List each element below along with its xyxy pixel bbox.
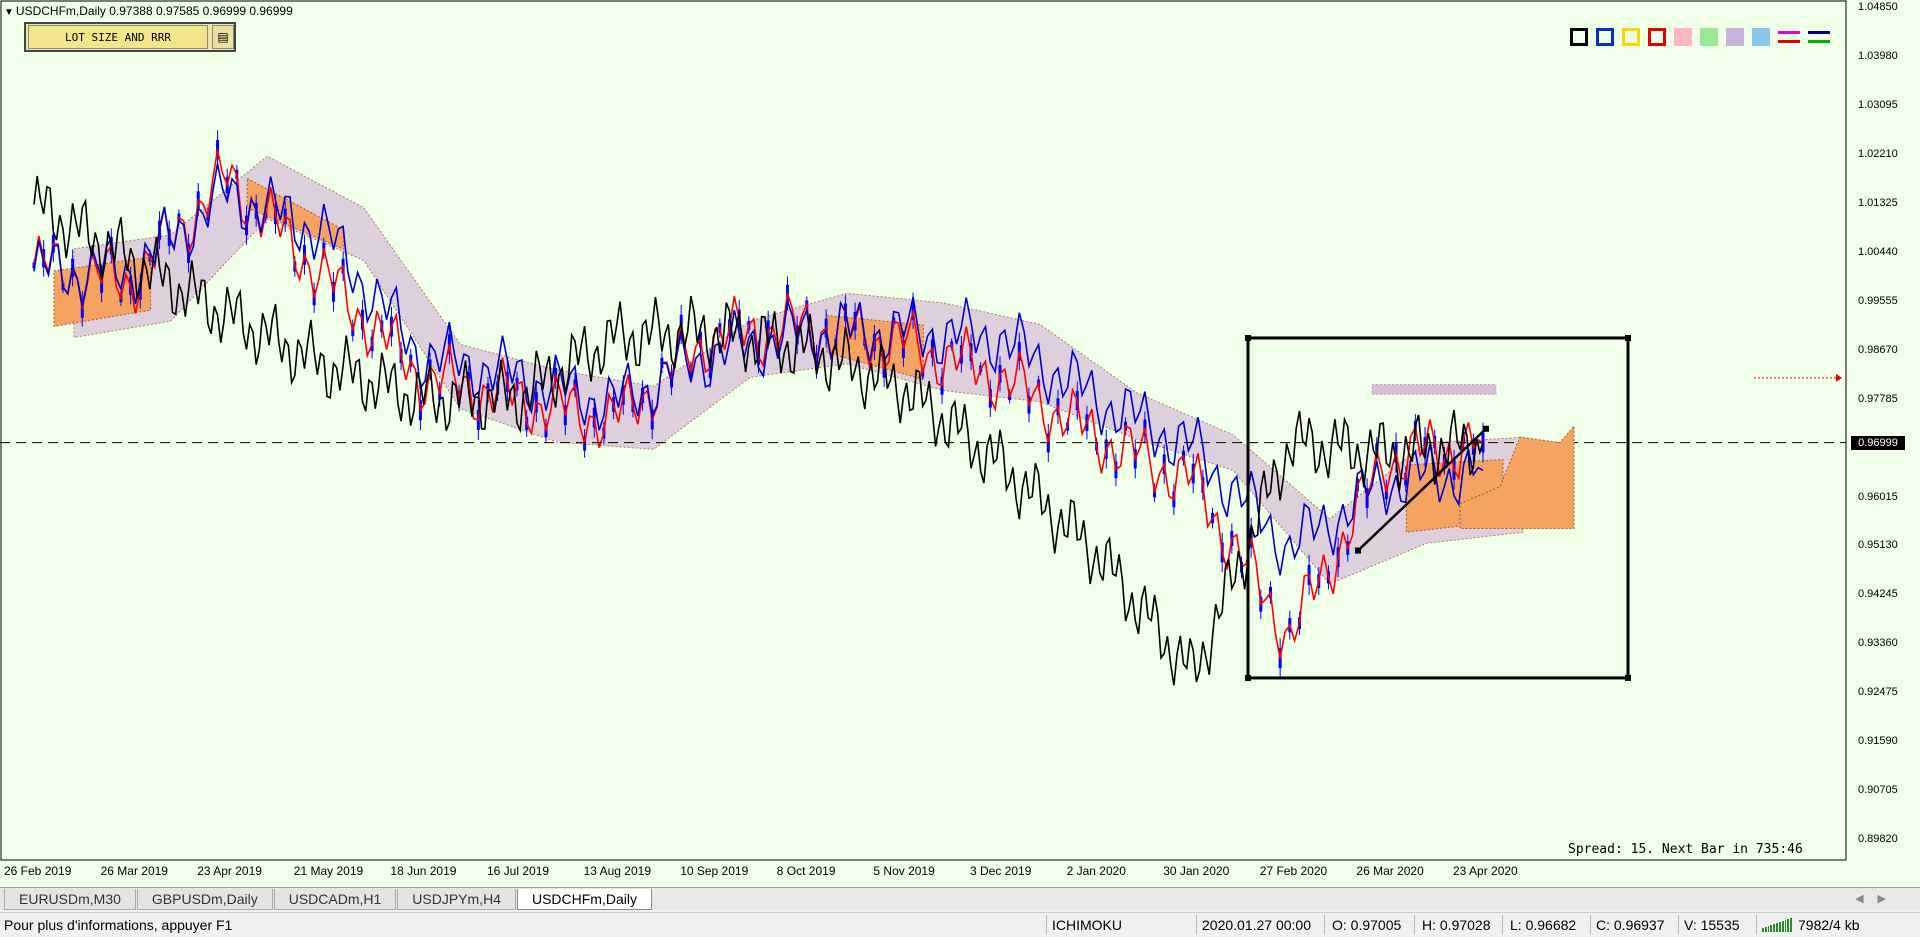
date-tick-label: 26 Mar 2020 xyxy=(1356,864,1424,878)
price-tick-label: 1.04850 xyxy=(1858,1,1898,13)
date-tick-label: 23 Apr 2020 xyxy=(1453,864,1518,878)
date-tick-label: 21 May 2019 xyxy=(293,864,364,878)
date-tick-label: 23 Apr 2019 xyxy=(197,864,262,878)
price-tick-label: 0.99555 xyxy=(1858,294,1898,307)
resistance-zone xyxy=(1371,383,1497,395)
status-profile[interactable]: ICHIMOKU xyxy=(1052,917,1122,933)
rectangle-handle xyxy=(1625,334,1631,341)
price-chart[interactable] xyxy=(0,0,1920,887)
alert-arrow-icon xyxy=(1836,373,1842,382)
price-tick-label: 1.03980 xyxy=(1858,49,1898,62)
triangle-down-icon[interactable]: ▼ xyxy=(4,7,14,18)
price-tick-label: 1.01325 xyxy=(1858,196,1898,209)
price-tick-label: 0.92475 xyxy=(1858,686,1898,699)
date-tick-label: 3 Dec 2019 xyxy=(970,864,1032,878)
color-swatch-4[interactable] xyxy=(1674,28,1692,46)
price-tick-label: 0.95130 xyxy=(1858,539,1898,552)
trendline-handle xyxy=(1355,547,1361,554)
status-high: H: 0.97028 xyxy=(1422,917,1491,933)
date-tick-label: 2 Jan 2020 xyxy=(1066,864,1126,878)
rectangle-handle xyxy=(1245,334,1251,341)
color-swatch-7[interactable] xyxy=(1752,28,1770,46)
status-datetime: 2020.01.27 00:00 xyxy=(1202,917,1311,933)
chart-title-text: USDCHFm,Daily 0.97388 0.97585 0.96999 0.… xyxy=(15,4,293,18)
chart-area[interactable]: ▼ USDCHFm,Daily 0.97388 0.97585 0.96999 0… xyxy=(0,0,1920,887)
color-swatch-6[interactable] xyxy=(1726,28,1744,46)
status-volume: V: 15535 xyxy=(1684,917,1740,933)
color-swatch-1[interactable] xyxy=(1596,28,1614,46)
chart-frame xyxy=(0,0,1847,861)
trendline-handle xyxy=(1483,425,1489,432)
status-close: C: 0.96937 xyxy=(1596,917,1665,933)
rectangle-handle xyxy=(1625,674,1631,681)
price-tick-label: 0.98670 xyxy=(1858,343,1898,356)
price-tick-label: 0.90705 xyxy=(1858,784,1898,797)
tab-usdcad[interactable]: USDCADm,H1 xyxy=(273,889,397,910)
calculator-icon[interactable]: ▤ xyxy=(212,25,234,49)
color-swatches xyxy=(1570,28,1830,46)
current-price-label: 0.96999 xyxy=(1850,435,1906,451)
status-low: L: 0.96682 xyxy=(1510,917,1577,933)
connection-bars-icon xyxy=(1762,918,1792,932)
status-open: O: 0.97005 xyxy=(1332,917,1402,933)
status-traffic: 7982/4 kb xyxy=(1798,917,1860,933)
price-tick-label: 1.02210 xyxy=(1858,147,1898,160)
price-tick-label: 1.03095 xyxy=(1858,98,1898,111)
price-tick-label: 0.96015 xyxy=(1858,490,1898,503)
chart-title: ▼ USDCHFm,Daily 0.97388 0.97585 0.96999 0… xyxy=(4,4,293,18)
date-tick-label: 8 Oct 2019 xyxy=(776,864,836,878)
date-tick-label: 27 Feb 2020 xyxy=(1259,864,1328,878)
tab-gbpusd[interactable]: GBPUSDm,Daily xyxy=(136,889,273,910)
tab-usdjpy[interactable]: USDJPYm,H4 xyxy=(397,889,516,910)
color-swatch-2[interactable] xyxy=(1622,28,1640,46)
color-swatch-8[interactable] xyxy=(1778,28,1800,46)
date-tick-label: 18 Jun 2019 xyxy=(390,864,457,878)
lot-size-panel: LOT SIZE AND RRR ▤ xyxy=(24,22,236,52)
date-tick-label: 5 Nov 2019 xyxy=(873,864,935,878)
price-tick-label: 0.97785 xyxy=(1858,392,1898,405)
tab-scroll-arrows[interactable]: ◀▶ xyxy=(1855,892,1900,905)
date-tick-label: 26 Feb 2019 xyxy=(4,864,72,878)
price-tick-label: 1.00440 xyxy=(1858,245,1898,258)
price-tick-label: 0.94245 xyxy=(1858,588,1898,601)
price-tick-label: 0.89820 xyxy=(1858,833,1898,846)
price-tick-label: 0.93360 xyxy=(1858,637,1898,650)
color-swatch-0[interactable] xyxy=(1570,28,1588,46)
chart-tabs: EURUSDm,M30 GBPUSDm,Daily USDCADm,H1 USD… xyxy=(0,887,1920,910)
tab-eurusd[interactable]: EURUSDm,M30 xyxy=(4,889,136,910)
chikou-span-line xyxy=(33,175,1484,686)
color-swatch-3[interactable] xyxy=(1648,28,1666,46)
price-tick-label: 0.91590 xyxy=(1858,735,1898,748)
date-tick-label: 13 Aug 2019 xyxy=(583,864,651,878)
status-bar: Pour plus d'informations, appuyer F1 ICH… xyxy=(0,912,1920,937)
spread-info: Spread: 15. Next Bar in 735:46 xyxy=(1568,842,1803,857)
date-tick-label: 26 Mar 2019 xyxy=(100,864,168,878)
lot-size-button[interactable]: LOT SIZE AND RRR xyxy=(28,25,208,49)
date-tick-label: 30 Jan 2020 xyxy=(1163,864,1230,878)
date-tick-label: 16 Jul 2019 xyxy=(487,864,550,878)
rectangle-handle xyxy=(1245,674,1251,681)
color-swatch-9[interactable] xyxy=(1808,28,1830,46)
date-tick-label: 10 Sep 2019 xyxy=(680,864,749,878)
tab-usdchf[interactable]: USDCHFm,Daily xyxy=(516,889,652,910)
status-help: Pour plus d'informations, appuyer F1 xyxy=(4,917,233,933)
color-swatch-5[interactable] xyxy=(1700,28,1718,46)
